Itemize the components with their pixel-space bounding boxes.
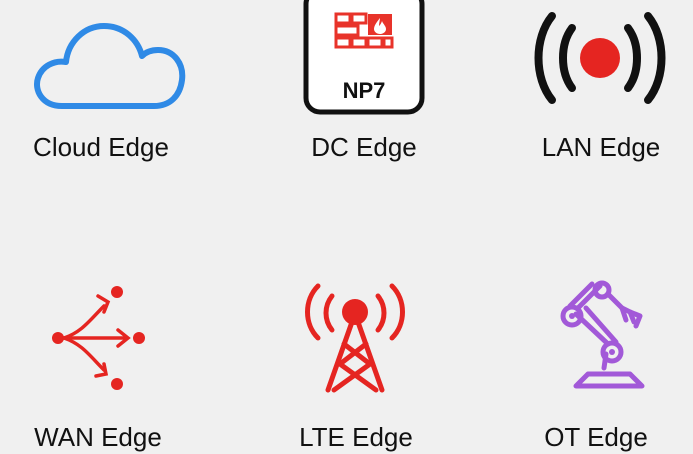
- np7-firewall-icon: NP7: [303, 0, 425, 115]
- np7-chip-text: NP7: [343, 78, 386, 103]
- tile-label-lan-edge: LAN Edge: [541, 132, 661, 162]
- cloud-icon: [34, 23, 186, 109]
- broadcast-icon: [534, 12, 666, 104]
- tile-label-wan-edge: WAN Edge: [34, 422, 162, 452]
- wan-split-icon: [52, 286, 145, 390]
- tile-label-lte-edge: LTE Edge: [299, 422, 413, 452]
- tile-label-ot-edge: OT Edge: [544, 422, 648, 452]
- robotic-arm-icon: [560, 280, 645, 389]
- tile-label-dc-edge: DC Edge: [311, 132, 417, 162]
- cell-tower-icon: [305, 283, 405, 393]
- tile-label-cloud-edge: Cloud Edge: [33, 132, 169, 162]
